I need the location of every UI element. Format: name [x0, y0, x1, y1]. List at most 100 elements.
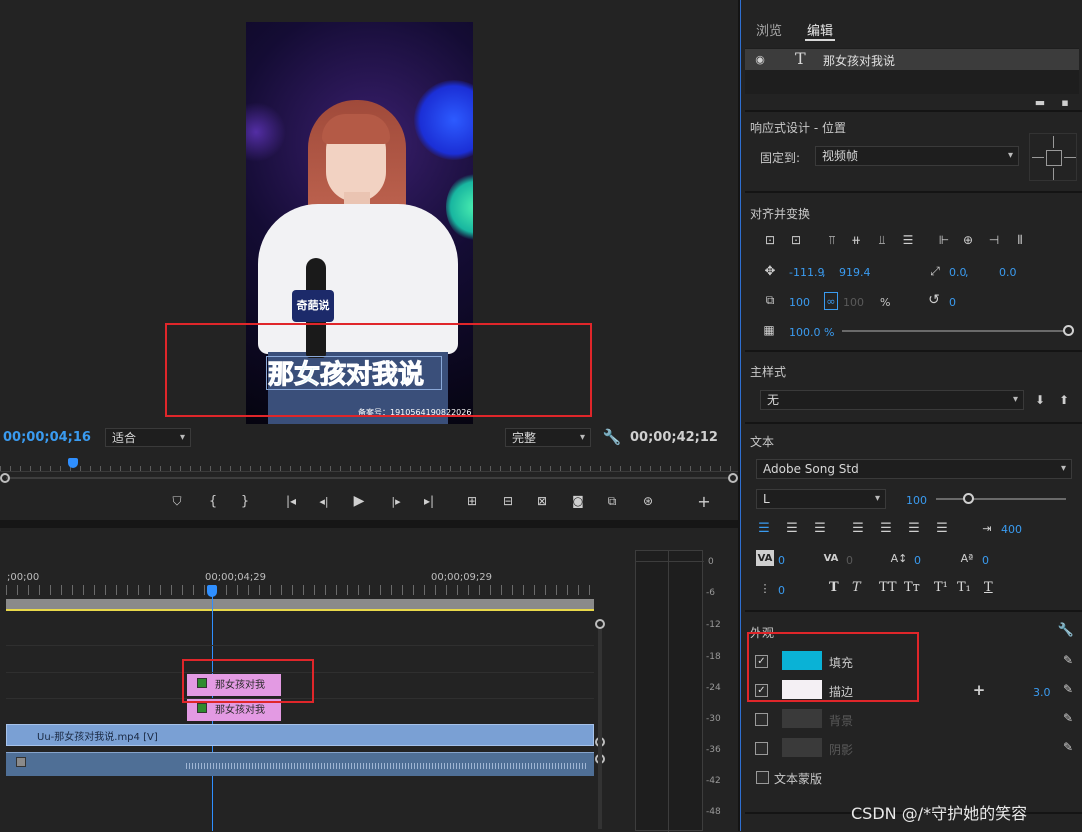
- small-caps-icon[interactable]: Tт: [904, 580, 920, 595]
- eyedropper-icon[interactable]: ✎: [1060, 652, 1076, 668]
- pin-left[interactable]: [1032, 157, 1044, 158]
- zoom-handle-right[interactable]: [728, 473, 738, 483]
- eyedropper-icon[interactable]: ✎: [1060, 710, 1076, 726]
- background-checkbox[interactable]: [755, 713, 768, 726]
- position-y[interactable]: 919.4: [839, 266, 871, 279]
- subscript-icon[interactable]: T₁: [957, 580, 971, 595]
- go-to-out-icon[interactable]: ▸|: [418, 492, 440, 510]
- align-center-icon[interactable]: ⊕: [958, 232, 978, 248]
- vr-toggle-icon[interactable]: ⊛: [638, 492, 658, 510]
- add-button-icon[interactable]: +: [694, 492, 714, 511]
- playhead-timecode[interactable]: 00;00;04;16: [3, 430, 91, 445]
- all-caps-icon[interactable]: TT: [879, 580, 897, 595]
- justify-all-icon[interactable]: ☰: [934, 520, 950, 536]
- font-size-slider-handle[interactable]: [963, 493, 974, 504]
- mark-out-icon[interactable]: }: [236, 492, 254, 510]
- sync-style-icon[interactable]: ⬆: [1056, 392, 1072, 408]
- play-icon[interactable]: ▶: [350, 492, 368, 510]
- link-icon[interactable]: ∞: [824, 292, 838, 310]
- font-size-value[interactable]: 100: [906, 494, 927, 507]
- monitor-ruler[interactable]: [0, 456, 738, 472]
- stroke-width-value[interactable]: 3.0: [1033, 686, 1051, 699]
- justify-left-icon[interactable]: ☰: [850, 520, 866, 536]
- pin-bottom[interactable]: [1053, 168, 1054, 180]
- timeline-ruler[interactable]: [6, 585, 594, 595]
- overwrite-icon[interactable]: ⊟: [498, 492, 518, 510]
- eyedropper-icon[interactable]: ✎: [1060, 739, 1076, 755]
- step-back-icon[interactable]: ◂|: [314, 492, 334, 510]
- faux-italic-icon[interactable]: T: [852, 580, 861, 595]
- tab-edit[interactable]: 编辑: [807, 20, 833, 39]
- leading-value[interactable]: 0: [914, 554, 921, 567]
- scroll-track[interactable]: [598, 629, 602, 829]
- distribute-vertical-icon[interactable]: ☰: [898, 232, 918, 248]
- zoom-bar[interactable]: [0, 473, 738, 483]
- pin-top[interactable]: [1053, 136, 1054, 148]
- anchor-x[interactable]: 0.0: [949, 266, 967, 279]
- distribute-horizontal-icon[interactable]: ⦀: [1010, 232, 1030, 248]
- superscript-icon[interactable]: T¹: [934, 580, 948, 595]
- faux-bold-icon[interactable]: T: [829, 580, 839, 595]
- audio-clip[interactable]: [6, 752, 594, 776]
- comparison-view-icon[interactable]: ⧉: [602, 492, 622, 510]
- pin-anchor-widget[interactable]: [1029, 133, 1077, 181]
- zoom-handle-left[interactable]: [0, 473, 10, 483]
- tab-width-value[interactable]: 400: [1001, 523, 1022, 536]
- scale-height-value[interactable]: 100: [843, 296, 864, 309]
- align-center-vertical-icon[interactable]: ⊡: [786, 232, 806, 248]
- step-forward-icon[interactable]: |▸: [386, 492, 406, 510]
- pin-to-select[interactable]: 视频帧 ▾: [815, 146, 1019, 166]
- scale-value[interactable]: 100: [789, 296, 810, 309]
- playhead-marker[interactable]: [68, 458, 78, 468]
- wrench-icon[interactable]: 🔧: [603, 428, 622, 446]
- shadow-color-swatch[interactable]: [782, 738, 822, 757]
- camera-icon[interactable]: ◙: [568, 492, 588, 510]
- opacity-value[interactable]: 100.0 %: [789, 326, 834, 339]
- scroll-handle[interactable]: [595, 619, 605, 629]
- align-center-horizontal-icon[interactable]: ⊡: [760, 232, 780, 248]
- tracking-value[interactable]: 0: [846, 554, 853, 567]
- wrench-icon[interactable]: 🔧: [1058, 622, 1074, 638]
- new-group-icon[interactable]: ▬: [1033, 96, 1047, 109]
- insert-icon[interactable]: ⊞: [462, 492, 482, 510]
- pin-anchor-center[interactable]: [1046, 150, 1062, 166]
- add-stroke-icon[interactable]: +: [971, 681, 987, 699]
- master-style-select[interactable]: 无 ▾: [760, 390, 1024, 410]
- tsume-value[interactable]: 0: [778, 584, 785, 597]
- align-bottom-icon[interactable]: ⫫: [872, 232, 892, 248]
- align-text-right-icon[interactable]: ☰: [812, 520, 828, 536]
- layer-row[interactable]: ◉ T 那女孩对我说: [745, 49, 1079, 70]
- eyedropper-icon[interactable]: ✎: [1060, 681, 1076, 697]
- lift-icon[interactable]: ⊠: [532, 492, 552, 510]
- new-layer-icon[interactable]: ▪: [1058, 96, 1072, 109]
- tab-browse[interactable]: 浏览: [756, 20, 782, 39]
- align-right-icon[interactable]: ⊣: [984, 232, 1004, 248]
- underline-icon[interactable]: T: [984, 580, 993, 595]
- align-left-icon[interactable]: ⊩: [934, 232, 954, 248]
- marker-icon[interactable]: ⛉: [168, 492, 186, 510]
- pin-right[interactable]: [1064, 157, 1076, 158]
- align-text-left-icon[interactable]: ☰: [756, 520, 772, 536]
- justify-right-icon[interactable]: ☰: [906, 520, 922, 536]
- baseline-value[interactable]: 0: [982, 554, 989, 567]
- align-top-icon[interactable]: ⫪: [822, 232, 842, 248]
- text-mask-checkbox[interactable]: [756, 771, 769, 784]
- shadow-checkbox[interactable]: [755, 742, 768, 755]
- quality-select[interactable]: 完整 ▾: [505, 428, 591, 447]
- opacity-slider-track[interactable]: [842, 330, 1068, 332]
- video-clip[interactable]: Uu-那女孩对我说.mp4 [V]: [6, 724, 594, 746]
- font-style-select[interactable]: L ▾: [756, 489, 886, 509]
- font-size-slider-track[interactable]: [936, 498, 1066, 500]
- position-x[interactable]: -111.9: [789, 266, 824, 279]
- anchor-y[interactable]: 0.0: [999, 266, 1017, 279]
- align-middle-icon[interactable]: ⧺: [846, 232, 866, 248]
- rotation-value[interactable]: 0: [949, 296, 956, 309]
- align-text-center-icon[interactable]: ☰: [784, 520, 800, 536]
- go-to-in-icon[interactable]: |◂: [280, 492, 302, 510]
- justify-center-icon[interactable]: ☰: [878, 520, 894, 536]
- kerning-value[interactable]: 0: [778, 554, 785, 567]
- push-style-icon[interactable]: ⬇: [1032, 392, 1048, 408]
- eye-icon[interactable]: ◉: [753, 52, 767, 66]
- zoom-select[interactable]: 适合 ▾: [105, 428, 191, 447]
- background-color-swatch[interactable]: [782, 709, 822, 728]
